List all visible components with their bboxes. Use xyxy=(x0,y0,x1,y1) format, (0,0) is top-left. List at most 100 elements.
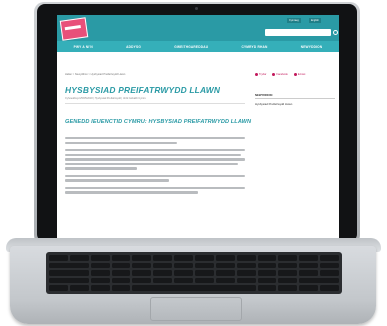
nav-item-pwy[interactable]: PWY A NI'N xyxy=(74,45,93,49)
key xyxy=(195,277,214,284)
key xyxy=(153,262,173,269)
main-nav: PWY A NI'N ADDYSG GWEITHGAREDDAU CYMRYD … xyxy=(57,41,339,52)
key xyxy=(69,255,89,261)
key xyxy=(132,255,152,261)
key xyxy=(49,270,89,276)
key xyxy=(257,262,277,269)
key xyxy=(90,255,110,261)
share-facebook[interactable]: Facebook xyxy=(272,73,288,76)
key xyxy=(132,270,152,276)
sidebar-heading: NEWYDDION xyxy=(255,93,335,99)
key xyxy=(174,277,193,284)
key xyxy=(69,285,89,291)
key xyxy=(174,270,193,276)
key xyxy=(111,255,131,261)
search-box xyxy=(265,29,331,45)
key xyxy=(195,262,214,269)
key xyxy=(278,262,298,269)
text-line xyxy=(65,179,170,182)
post-meta: Cyhoeddwyd 25/05/2018 | Hysbysiad Preifa… xyxy=(65,97,146,100)
key xyxy=(257,255,277,261)
article-body xyxy=(65,137,245,199)
key xyxy=(174,262,193,269)
key xyxy=(111,277,131,284)
key xyxy=(90,262,110,269)
key xyxy=(215,277,235,284)
key xyxy=(320,285,339,291)
text-line xyxy=(65,158,245,161)
key xyxy=(132,277,152,284)
key xyxy=(320,262,339,269)
trackpad xyxy=(150,297,242,321)
text-line xyxy=(65,191,199,194)
key xyxy=(320,255,339,261)
share-links: Trydar Facebook E-bost xyxy=(255,73,305,76)
key xyxy=(257,285,277,291)
key xyxy=(236,255,256,261)
key xyxy=(278,277,298,284)
page-title: HYSBYSIAD PREIFATRWYDD LLAWN xyxy=(65,85,221,95)
nav-item-newyddion[interactable]: NEWYDDION xyxy=(301,45,323,49)
share-label: Facebook xyxy=(276,73,288,76)
key xyxy=(320,270,339,276)
email-icon xyxy=(293,73,297,76)
language-button-english[interactable]: English xyxy=(309,18,321,23)
language-button-cymraeg[interactable]: Cymraeg xyxy=(287,18,301,23)
key xyxy=(111,262,131,269)
divider xyxy=(65,103,245,104)
key xyxy=(215,270,235,276)
text-line xyxy=(65,162,238,166)
key xyxy=(299,262,319,269)
key xyxy=(215,255,235,261)
share-email[interactable]: E-bost xyxy=(293,73,306,76)
key xyxy=(111,285,131,291)
key xyxy=(153,255,173,261)
key xyxy=(195,255,214,261)
webcam-icon xyxy=(195,7,198,10)
section-subheading: GENEDD IEUENCTID CYMRU: HYSBYSIAD PREIFA… xyxy=(65,119,252,125)
key xyxy=(153,277,173,284)
site-logo[interactable] xyxy=(59,17,89,41)
key xyxy=(49,255,68,261)
text-line xyxy=(65,148,245,152)
key xyxy=(236,262,256,269)
space-key xyxy=(132,285,256,291)
text-line xyxy=(65,167,137,170)
key xyxy=(90,270,110,276)
key xyxy=(90,285,110,291)
key xyxy=(299,285,319,291)
key xyxy=(299,255,319,261)
site-header: Cymraeg English xyxy=(57,15,339,45)
key xyxy=(299,270,319,276)
text-line xyxy=(65,153,242,156)
text-line xyxy=(65,141,177,144)
nav-item-cymryd-rhan[interactable]: CYMRYD RHAN xyxy=(241,45,267,49)
share-label: E-bost xyxy=(297,73,306,76)
share-label: Trydar xyxy=(259,73,267,76)
website-screen: Cymraeg English PWY A NI'N ADDYSG GWEITH… xyxy=(57,15,339,238)
paragraph xyxy=(65,174,245,182)
twitter-icon xyxy=(255,73,258,76)
text-line xyxy=(65,137,245,140)
key xyxy=(195,270,214,276)
paragraph xyxy=(65,186,245,194)
key xyxy=(278,285,298,291)
breadcrumb[interactable]: Hafan > Newyddion > Hysbysiad Preifatrwy… xyxy=(65,73,125,76)
key xyxy=(236,277,256,284)
share-twitter[interactable]: Trydar xyxy=(255,73,266,76)
search-icon[interactable] xyxy=(333,30,338,35)
key xyxy=(299,277,339,284)
key xyxy=(49,277,89,284)
key xyxy=(236,270,256,276)
key xyxy=(49,285,68,291)
paragraph xyxy=(65,148,245,170)
paragraph xyxy=(65,137,245,144)
sidebar-link[interactable]: Hysbysiad Preifatrwydd Llawn xyxy=(255,102,335,106)
key xyxy=(257,277,277,284)
nav-item-addysg[interactable]: ADDYSG xyxy=(126,45,141,49)
nav-item-gweithgareddau[interactable]: GWEITHGAREDDAU xyxy=(174,45,208,49)
facebook-icon xyxy=(272,73,276,76)
key xyxy=(215,262,235,269)
key xyxy=(278,255,298,261)
key xyxy=(111,270,131,276)
